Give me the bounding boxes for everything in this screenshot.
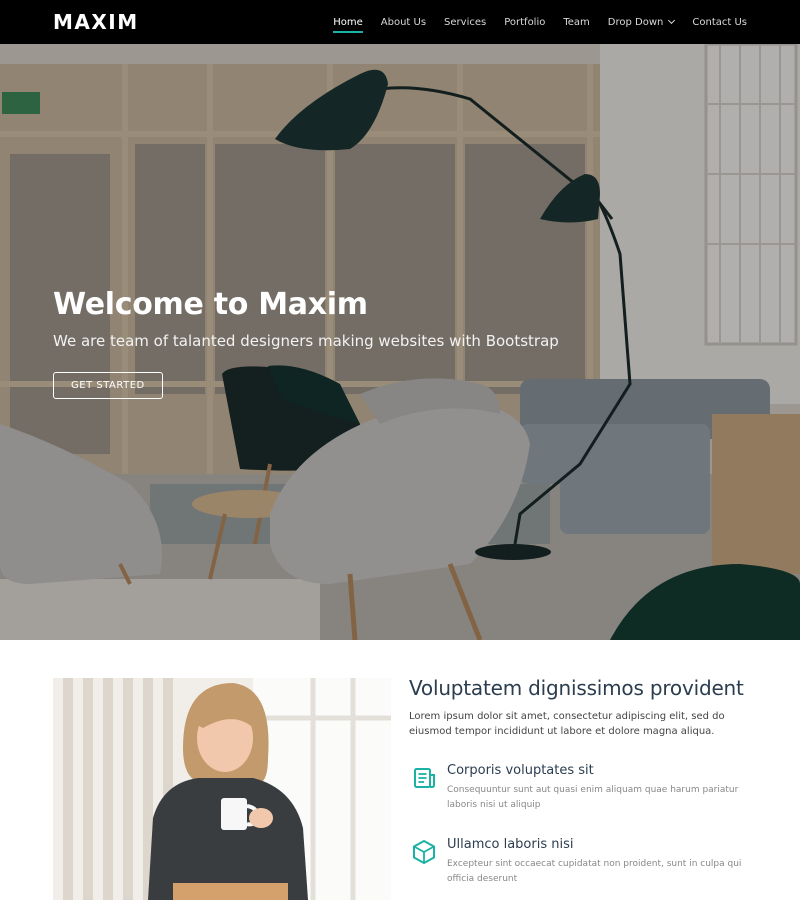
feature-title: Ullamco laboris nisi <box>447 837 574 852</box>
hero-section: Welcome to Maxim We are team of talanted… <box>0 44 800 640</box>
chevron-down-icon <box>668 16 676 25</box>
main-nav: Home About Us Services Portfolio Team Dr… <box>324 0 747 44</box>
hero-title: Welcome to Maxim <box>53 287 368 322</box>
hero-content: Welcome to Maxim We are team of talanted… <box>53 287 559 399</box>
site-logo[interactable]: MAXIM <box>53 10 139 34</box>
nav-drop-down[interactable]: Drop Down <box>599 0 684 44</box>
newspaper-icon <box>414 768 435 788</box>
nav-drop-down-label: Drop Down <box>607 16 664 28</box>
feature-text: Consequuntur sunt aut quasi enim aliquam… <box>447 785 739 810</box>
get-started-button[interactable]: GET STARTED <box>53 372 163 399</box>
cube-icon <box>413 840 435 864</box>
nav-about-us[interactable]: About Us <box>372 0 435 44</box>
about-content: Voluptatem dignissimos provident Lorem i… <box>409 676 759 887</box>
woman-with-mug-photo <box>53 678 391 900</box>
feature-title: Corporis voluptates sit <box>447 763 594 778</box>
feature-text: Excepteur sint occaecat cupidatat non pr… <box>447 859 742 884</box>
about-description: Lorem ipsum dolor sit amet, consectetur … <box>409 711 725 737</box>
feature-item: Ullamco laboris nisi Excepteur sint occa… <box>409 837 759 887</box>
site-header: MAXIM Home About Us Services Portfolio T… <box>0 0 800 44</box>
nav-contact-us[interactable]: Contact Us <box>683 0 747 44</box>
about-image <box>53 678 391 900</box>
nav-home[interactable]: Home <box>324 0 372 44</box>
hero-subtitle: We are team of talanted designers making… <box>53 332 559 350</box>
nav-services[interactable]: Services <box>435 0 495 44</box>
about-title: Voluptatem dignissimos provident <box>409 676 744 700</box>
feature-item: Corporis voluptates sit Consequuntur sun… <box>409 763 759 813</box>
nav-team[interactable]: Team <box>554 0 598 44</box>
nav-portfolio[interactable]: Portfolio <box>495 0 554 44</box>
